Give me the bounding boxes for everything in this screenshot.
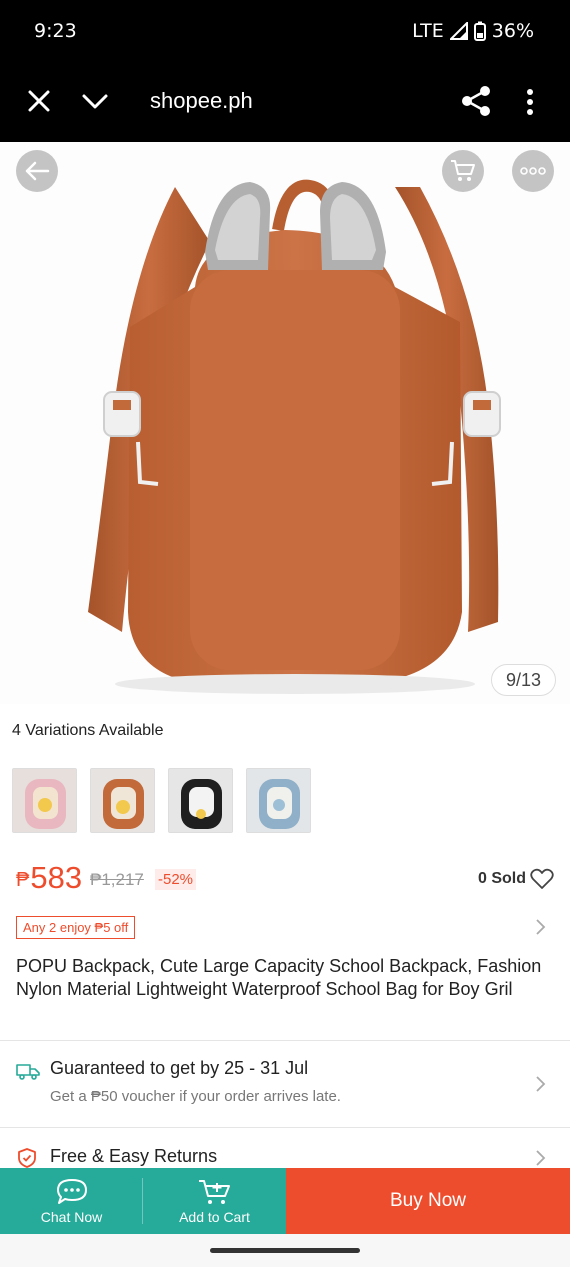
chat-icon: [56, 1178, 87, 1204]
chevron-right-icon[interactable]: [534, 917, 548, 937]
backpack-pink-image: [13, 769, 76, 832]
heart-icon[interactable]: [530, 868, 554, 890]
voucher-badge[interactable]: Any 2 enjoy ₱5 off: [16, 916, 136, 939]
add-to-cart-icon: [198, 1179, 230, 1204]
currency-symbol: ₱: [16, 869, 30, 891]
chat-now-label: Chat Now: [40, 1208, 103, 1225]
shield-check-icon: [18, 1148, 36, 1168]
shipping-guarantee-row[interactable]: Guaranteed to get by 25 - 31 Jul Get a ₱…: [16, 1058, 556, 1118]
original-price: ₱1,217: [90, 870, 144, 889]
backpack-black-image: [169, 769, 232, 832]
product-title: POPU Backpack, Cute Large Capacity Schoo…: [16, 956, 542, 999]
system-nav-area: [0, 1234, 570, 1267]
current-price-value: 583: [30, 860, 83, 895]
variation-thumb-brown[interactable]: [90, 768, 155, 833]
returns-title: Free & Easy Returns: [50, 1146, 218, 1166]
back-button[interactable]: [16, 150, 58, 192]
free-returns-row[interactable]: Free & Easy Returns: [16, 1145, 556, 1169]
divider: [0, 1127, 570, 1128]
sold-count: 0 Sold: [477, 870, 526, 887]
image-counter: 9/13: [490, 664, 556, 696]
shipping-subtitle: Get a ₱50 voucher if your order arrives …: [50, 1088, 341, 1105]
product-image-gallery[interactable]: 9/13: [0, 142, 570, 704]
variation-thumb-black[interactable]: [168, 768, 233, 833]
browser-toolbar: shopee.ph: [0, 62, 570, 142]
chevron-right-icon: [536, 1150, 546, 1166]
chat-now-button[interactable]: Chat Now: [0, 1168, 143, 1234]
variation-thumbnails: [12, 768, 311, 833]
backpack-image: [88, 179, 501, 694]
divider: [0, 1040, 570, 1041]
backpack-brown-image: [91, 769, 154, 832]
add-to-cart-button[interactable]: Add to Cart: [143, 1168, 286, 1234]
chevron-down-icon[interactable]: [80, 88, 110, 116]
status-time: 9:23: [34, 20, 77, 42]
url-text[interactable]: shopee.ph: [150, 88, 253, 114]
battery-icon: [473, 21, 486, 41]
close-icon[interactable]: [24, 86, 54, 116]
network-label: LTE: [412, 20, 444, 42]
add-to-cart-label: Add to Cart: [179, 1208, 250, 1225]
share-icon[interactable]: [460, 84, 492, 118]
status-bar: 9:23 LTE 36%: [0, 0, 570, 62]
shipping-title: Guaranteed to get by 25 - 31 Jul: [50, 1058, 309, 1078]
cart-icon: [451, 160, 475, 181]
discount-badge: -52%: [155, 869, 197, 890]
more-options-button[interactable]: [512, 150, 554, 192]
backpack-blue-image: [247, 769, 310, 832]
status-indicators: LTE 36%: [412, 20, 534, 42]
variations-label: 4 Variations Available: [12, 722, 164, 739]
battery-level: 36%: [491, 20, 534, 42]
price-row: ₱583 ₱1,217 -52% 0 Sold: [16, 860, 556, 898]
more-vertical-icon[interactable]: [520, 86, 540, 118]
arrow-left-icon: [25, 161, 50, 181]
variation-thumb-pink[interactable]: [12, 768, 77, 833]
home-indicator[interactable]: [210, 1248, 360, 1253]
buy-now-button[interactable]: Buy Now: [286, 1168, 570, 1234]
current-price: ₱583: [16, 860, 82, 896]
cart-button[interactable]: [442, 150, 484, 192]
variation-thumb-blue[interactable]: [246, 768, 311, 833]
more-horizontal-icon: [520, 167, 546, 175]
signal-icon: [449, 22, 468, 40]
chevron-right-icon: [536, 1076, 546, 1092]
truck-icon: [16, 1064, 40, 1080]
bottom-action-bar: Chat Now Add to Cart Buy Now: [0, 1168, 570, 1234]
